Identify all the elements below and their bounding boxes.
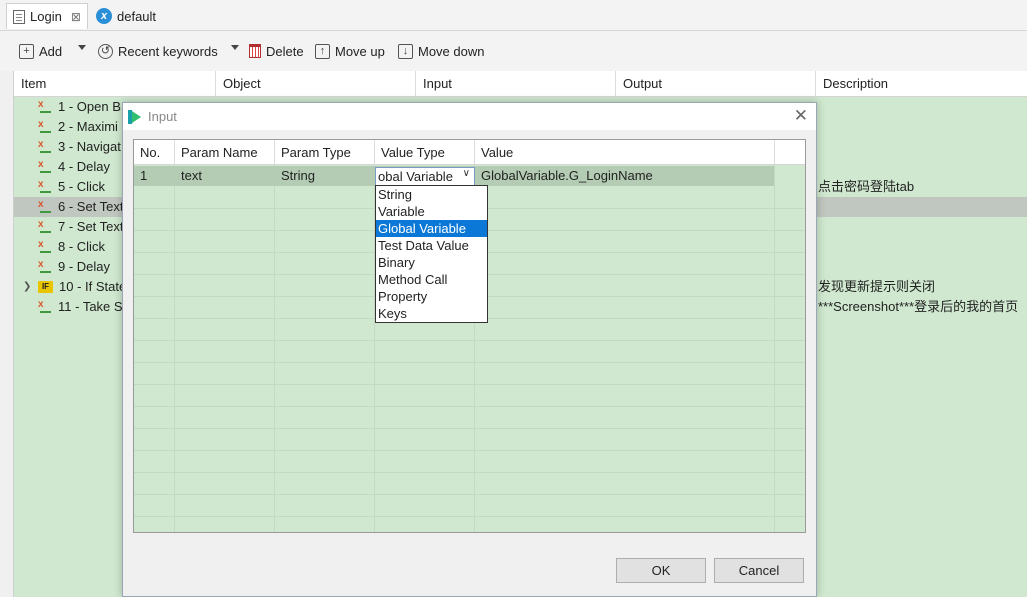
keyword-icon	[38, 235, 52, 255]
move-up-label: Move up	[335, 43, 385, 59]
doc-icon	[13, 9, 25, 24]
trash-icon	[249, 44, 261, 58]
keyword-icon	[38, 295, 52, 315]
param-name: text	[181, 168, 202, 183]
tab-close-icon[interactable]: ⊠	[71, 10, 81, 24]
close-icon[interactable]: ✕	[794, 106, 808, 126]
row-label: 3 - Navigat	[58, 139, 121, 154]
move-down-label: Move down	[418, 43, 485, 59]
move-up-button[interactable]: ↑ Move up	[315, 41, 385, 61]
col-output[interactable]: Output	[616, 71, 816, 97]
keyword-icon	[38, 215, 52, 235]
col-object[interactable]: Object	[216, 71, 416, 97]
editor-tabbar: Login ⊠ x default	[0, 0, 1027, 31]
tab-default-label: default	[117, 8, 157, 24]
option-binary[interactable]: Binary	[376, 254, 487, 271]
recent-dropdown-icon[interactable]	[231, 45, 239, 50]
dialog-title: Input	[148, 109, 177, 124]
option-test-data-value[interactable]: Test Data Value	[376, 237, 487, 254]
value-type-select[interactable]: obal Variable ∨	[375, 167, 475, 186]
tab-login[interactable]: Login ⊠	[6, 3, 88, 29]
row-label: 5 - Click	[58, 179, 105, 194]
add-button[interactable]: + Add	[19, 41, 62, 61]
row-label: 1 - Open B	[58, 99, 121, 114]
option-keys[interactable]: Keys	[376, 305, 487, 322]
option-method-call[interactable]: Method Call	[376, 271, 487, 288]
tab-default[interactable]: x default	[90, 3, 170, 29]
option-global-variable[interactable]: Global Variable	[376, 220, 487, 237]
col-param-name: Param Name	[175, 140, 275, 165]
move-up-icon: ↑	[315, 43, 330, 59]
keyword-icon	[38, 95, 52, 115]
row-label: 11 - Take S	[58, 299, 123, 314]
chevron-down-icon[interactable]: ∨	[463, 168, 470, 179]
col-param-type: Param Type	[275, 140, 375, 165]
col-value-type: Value Type	[375, 140, 475, 165]
param-type: String	[281, 168, 315, 183]
keyword-icon	[38, 135, 52, 155]
keyword-icon	[38, 255, 52, 275]
if-icon: IF	[38, 281, 53, 293]
move-down-icon: ↓	[398, 43, 413, 59]
keyword-icon	[38, 195, 52, 215]
tab-login-label: Login	[30, 9, 62, 24]
expand-chevron-icon[interactable]: ❯	[23, 277, 31, 297]
option-property[interactable]: Property	[376, 288, 487, 305]
value-type-current: obal Variable	[378, 169, 453, 184]
col-input[interactable]: Input	[416, 71, 616, 97]
row-description: ***Screenshot***登录后的我的首页	[818, 299, 1019, 314]
history-icon: ↺	[98, 43, 113, 59]
option-variable[interactable]: Variable	[376, 203, 487, 220]
keyword-icon	[38, 155, 52, 175]
x-logo-icon: x	[96, 8, 112, 24]
ok-button[interactable]: OK	[616, 558, 706, 583]
param-no: 1	[140, 168, 148, 183]
delete-label: Delete	[266, 43, 304, 59]
col-item[interactable]: Item	[14, 71, 216, 97]
add-label: Add	[39, 43, 63, 59]
row-label: 7 - Set Text	[58, 219, 124, 234]
option-string[interactable]: String	[376, 186, 487, 203]
col-value: Value	[475, 140, 775, 165]
row-label: 4 - Delay	[58, 159, 111, 174]
value-type-dropdown: String Variable Global Variable Test Dat…	[375, 185, 488, 323]
recent-keywords-button[interactable]: ↺ Recent keywords	[98, 41, 218, 61]
cancel-button[interactable]: Cancel	[714, 558, 804, 583]
move-down-button[interactable]: ↓ Move down	[398, 41, 484, 61]
katalon-icon	[127, 109, 143, 125]
toolbar: + Add ↺ Recent keywords Delete ↑ Move up…	[0, 31, 1027, 71]
row-label: 2 - Maximi	[58, 119, 118, 134]
row-label: 6 - Set Text	[58, 199, 124, 214]
add-dropdown-icon[interactable]	[78, 45, 86, 50]
row-label: 10 - If State	[59, 279, 127, 294]
delete-button[interactable]: Delete	[249, 41, 304, 61]
recent-keywords-label: Recent keywords	[118, 43, 218, 59]
keyword-icon	[38, 175, 52, 195]
table-header: Item Object Input Output Description	[14, 71, 1027, 97]
keyword-icon	[38, 115, 52, 135]
col-description[interactable]: Description	[816, 71, 1027, 97]
input-dialog: Input ✕ No. Param Name Param Type Value …	[122, 102, 817, 597]
row-description: 点击密码登陆tab	[818, 179, 915, 194]
add-icon: +	[19, 43, 34, 59]
dialog-titlebar: Input ✕	[123, 103, 816, 130]
row-description: 发现更新提示则关闭	[818, 279, 936, 294]
params-header: No. Param Name Param Type Value Type Val…	[134, 140, 805, 165]
param-value[interactable]: GlobalVariable.G_LoginName	[475, 166, 653, 186]
row-label: 9 - Delay	[58, 259, 111, 274]
col-no: No.	[134, 140, 175, 165]
row-label: 8 - Click	[58, 239, 105, 254]
